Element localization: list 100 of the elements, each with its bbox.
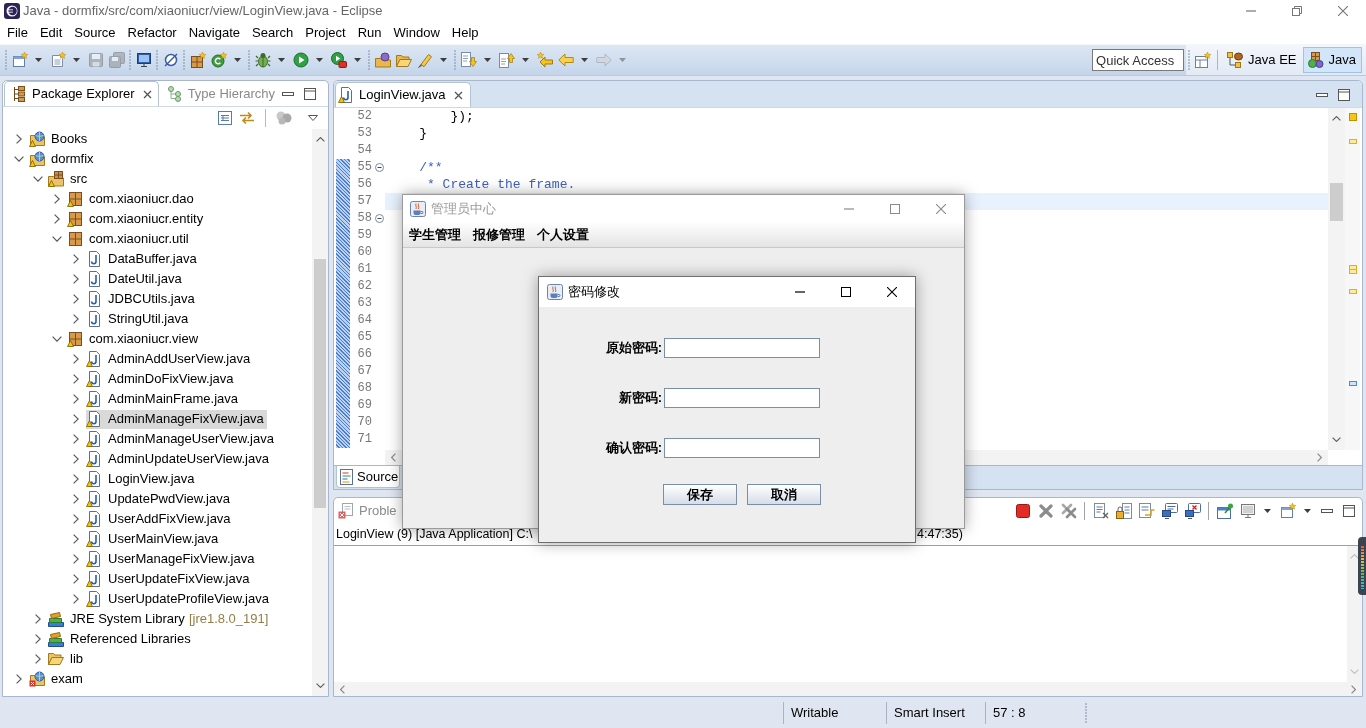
page-sparkle-icon[interactable] (49, 52, 66, 68)
scroll-right-icon[interactable] (1351, 684, 1356, 694)
menu-item[interactable]: Edit (33, 23, 69, 43)
scroll-thumb[interactable] (1330, 183, 1343, 221)
tree-item[interactable]: com.xiaoniucr.view (67, 329, 202, 349)
chevron-right-icon[interactable] (73, 294, 79, 304)
view-tab[interactable]: Package Explorer (4, 81, 159, 106)
arrow-sparkle-icon[interactable] (536, 52, 553, 68)
grid-sparkle-icon[interactable] (189, 52, 206, 68)
annotation-marker-icon[interactable] (1349, 113, 1357, 121)
menu-item[interactable]: Source (68, 23, 122, 43)
tree-item[interactable]: LoginView.java (86, 469, 198, 489)
tree-item[interactable]: UserMainView.java (86, 529, 222, 549)
chat-monitor-cross-icon[interactable] (1184, 502, 1201, 519)
tree-item[interactable]: com.xiaoniucr.dao (67, 189, 197, 209)
chevron-right-icon[interactable] (54, 194, 60, 204)
view-tab[interactable]: LoginView.java (335, 82, 471, 107)
menu-item[interactable]: Refactor (121, 23, 183, 43)
scroll-up-icon[interactable] (315, 137, 325, 142)
scroll-left-icon[interactable] (391, 453, 396, 462)
maximize-icon[interactable] (1338, 88, 1350, 101)
tree-item[interactable]: Referenced Libraries (48, 629, 194, 649)
window-grid-sparkle-icon[interactable] (1194, 52, 1211, 68)
input-field[interactable] (664, 388, 820, 408)
tree-item[interactable]: AdminAddUserView.java (86, 349, 254, 369)
close-icon[interactable] (453, 90, 463, 100)
tree-item[interactable]: AdminUpdateUserView.java (86, 449, 272, 469)
chevron-right-icon[interactable] (16, 674, 22, 684)
chevron-down-icon[interactable] (52, 236, 62, 242)
tree-item[interactable]: UserUpdateFixView.java (86, 569, 253, 589)
double-cross-icon[interactable] (1060, 502, 1077, 519)
menu-item[interactable]: 学生管理 (403, 227, 467, 243)
chat-monitor-icon[interactable] (1161, 502, 1178, 519)
monitor-icon[interactable] (135, 52, 152, 68)
play-case-icon[interactable] (330, 52, 347, 68)
caret-icon[interactable] (35, 58, 42, 62)
menu-item[interactable]: Run (351, 23, 388, 43)
circle-sparkle-icon[interactable] (210, 52, 227, 68)
chevron-right-icon[interactable] (73, 574, 79, 584)
page-lock-icon[interactable] (1115, 502, 1132, 519)
caret-icon[interactable] (316, 58, 323, 62)
chevron-right-icon[interactable] (73, 454, 79, 464)
chevron-right-icon[interactable] (73, 514, 79, 524)
close-icon[interactable] (887, 287, 897, 297)
caret-icon[interactable] (522, 58, 529, 62)
tree-item[interactable]: Books (29, 129, 91, 149)
tree-item[interactable]: dormfix (29, 149, 97, 169)
tree-item[interactable]: src (48, 169, 91, 189)
maximize-icon[interactable] (304, 87, 317, 100)
menu-item[interactable]: Navigate (182, 23, 246, 43)
tree-item[interactable]: AdminManageFixView.java (86, 409, 267, 429)
tree-item[interactable]: com.xiaoniucr.entity (67, 209, 207, 229)
page-down-arrow-icon[interactable] (460, 52, 477, 68)
tree-item[interactable]: JRE System Library [jre1.8.0_191] (48, 609, 272, 629)
fold-minus-icon[interactable] (374, 163, 384, 172)
menu-item[interactable]: File (1, 23, 34, 43)
list-box-icon[interactable] (218, 111, 232, 125)
perspective-button[interactable]: Java (1302, 47, 1362, 73)
caret-icon[interactable] (1304, 508, 1311, 513)
menu-item[interactable]: Search (246, 23, 300, 43)
tree-item[interactable]: UpdatePwdView.java (86, 489, 233, 509)
maximize-icon[interactable] (841, 287, 851, 297)
view-tab[interactable]: Proble (335, 498, 403, 523)
tree-item[interactable]: exam (29, 669, 86, 689)
chevron-right-icon[interactable] (73, 254, 79, 264)
window-sparkle-icon[interactable] (1279, 502, 1296, 519)
tree-item[interactable]: StringUtil.java (86, 309, 192, 329)
chevron-right-icon[interactable] (73, 494, 79, 504)
menu-item[interactable]: 报修管理 (467, 227, 531, 243)
vertical-scrollbar[interactable] (1347, 546, 1362, 682)
chevron-right-icon[interactable] (73, 374, 79, 384)
chevron-right-icon[interactable] (73, 414, 79, 424)
tree-item[interactable]: AdminMainFrame.java (86, 389, 242, 409)
chevron-down-icon[interactable] (33, 176, 43, 182)
view-tab[interactable]: Type Hierarchy (159, 81, 283, 106)
vertical-scrollbar[interactable] (1328, 108, 1345, 450)
slashed-circle-icon[interactable] (162, 52, 179, 68)
scroll-up-icon[interactable] (1332, 116, 1341, 121)
input-field[interactable] (664, 438, 820, 458)
caret-icon[interactable] (1264, 508, 1271, 513)
scroll-right-icon[interactable] (1317, 453, 1322, 462)
search-field[interactable]: Quick Access (1092, 49, 1185, 71)
minimize-icon[interactable] (1321, 508, 1333, 513)
stop-icon[interactable] (1015, 503, 1030, 518)
window-sparkle-icon[interactable] (11, 52, 28, 68)
annotation-marker-icon[interactable] (1349, 381, 1357, 386)
chevron-down-icon[interactable] (14, 156, 24, 162)
folder-ball-icon[interactable] (374, 52, 391, 68)
tree-item[interactable]: lib (48, 649, 86, 669)
tree-item[interactable]: DataBuffer.java (86, 249, 200, 269)
dialog-button[interactable]: 取消 (747, 484, 821, 505)
caret-icon[interactable] (234, 58, 241, 62)
horizontal-scrollbar[interactable] (334, 682, 1362, 696)
annotation-marker-icon[interactable] (1349, 265, 1357, 274)
caret-icon[interactable] (581, 58, 588, 62)
chevron-right-icon[interactable] (73, 474, 79, 484)
scroll-thumb[interactable] (314, 259, 326, 508)
close-icon[interactable] (142, 89, 152, 99)
menu-item[interactable]: Window (387, 23, 446, 43)
caret-icon[interactable] (73, 58, 80, 62)
